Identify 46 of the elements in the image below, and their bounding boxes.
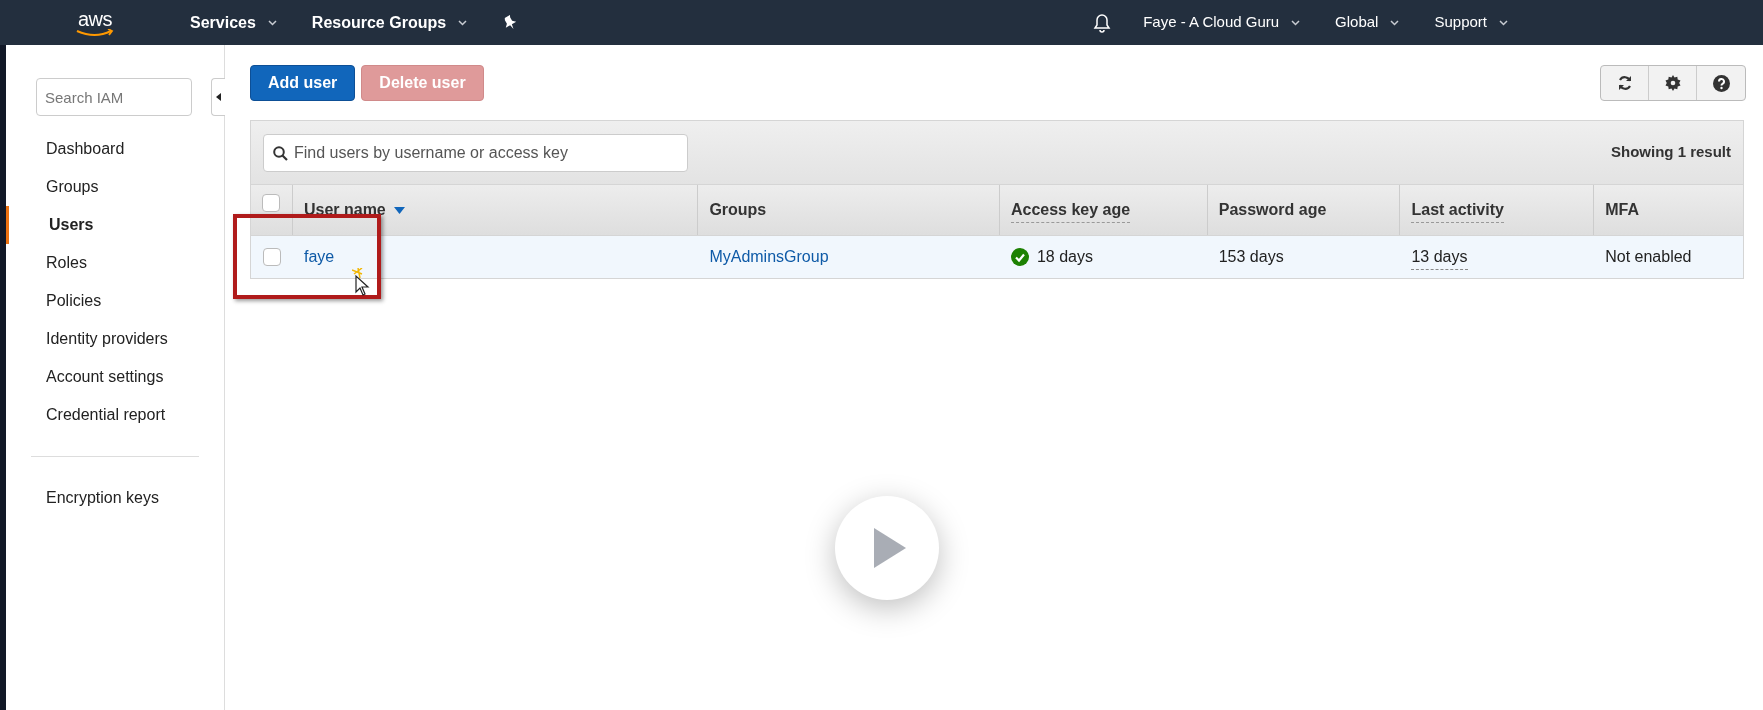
column-header[interactable]: Last activity xyxy=(1411,197,1504,223)
nav-menu[interactable]: Global xyxy=(1335,11,1400,34)
column-header[interactable]: Access key age xyxy=(1010,197,1131,223)
help-icon xyxy=(1712,74,1730,92)
refresh-icon xyxy=(1616,75,1633,91)
bell-icon[interactable] xyxy=(1093,12,1112,33)
sidebar-item[interactable]: Encryption keys xyxy=(6,479,224,517)
result-count: Showing 1 result xyxy=(1611,142,1731,163)
search-field[interactable]: Search IAM xyxy=(36,78,192,116)
nav-menu[interactable]: Support xyxy=(1434,11,1508,34)
check-circle-icon xyxy=(1010,248,1029,266)
sidebar-item[interactable]: Roles xyxy=(6,244,224,282)
sidebar-item[interactable]: Account settings xyxy=(6,358,224,396)
row-checkbox[interactable] xyxy=(262,248,281,266)
caret-icon xyxy=(267,19,277,26)
column-header[interactable]: MFA xyxy=(1605,198,1639,222)
action-button[interactable]: Add user xyxy=(250,65,356,101)
nav-menu[interactable]: Services xyxy=(190,10,277,35)
column-header[interactable]: Groups xyxy=(709,198,767,222)
nav-menu[interactable]: Faye - A Cloud Guru xyxy=(1143,11,1301,34)
collapse-tab[interactable] xyxy=(211,78,225,116)
sidebar-item[interactable]: Groups xyxy=(6,168,224,206)
user-link[interactable]: faye xyxy=(303,245,335,269)
table-cell-text: Not enabled xyxy=(1605,247,1692,267)
table-cell-text: 153 days xyxy=(1218,247,1284,267)
select-all-checkbox[interactable] xyxy=(262,194,281,212)
caret-icon xyxy=(458,19,468,26)
sidebar-item[interactable]: Identity providers xyxy=(6,320,224,358)
table-cell-text: 18 days xyxy=(1036,247,1093,267)
search-field[interactable]: Find users by username or access key xyxy=(263,133,688,172)
caret-icon xyxy=(1291,19,1301,26)
settings-icon xyxy=(1664,75,1681,91)
table-cell: 13 days xyxy=(1411,244,1468,270)
caret-icon xyxy=(1390,19,1400,26)
sidebar-item[interactable]: Credential report xyxy=(6,396,224,434)
search-icon xyxy=(273,145,288,161)
play-icon xyxy=(874,528,906,568)
column-header[interactable]: Password age xyxy=(1218,198,1327,222)
aws-logo[interactable]: aws xyxy=(75,8,115,37)
caret-icon xyxy=(1499,19,1508,26)
sidebar-item[interactable]: Policies xyxy=(6,282,224,320)
caret-left-icon xyxy=(216,93,221,101)
nav-menu[interactable]: Resource Groups xyxy=(311,10,468,35)
sidebar-item[interactable]: Users xyxy=(6,206,224,244)
user-link[interactable]: MyAdminsGroup xyxy=(709,245,829,269)
sidebar-item[interactable]: Dashboard xyxy=(6,130,224,168)
